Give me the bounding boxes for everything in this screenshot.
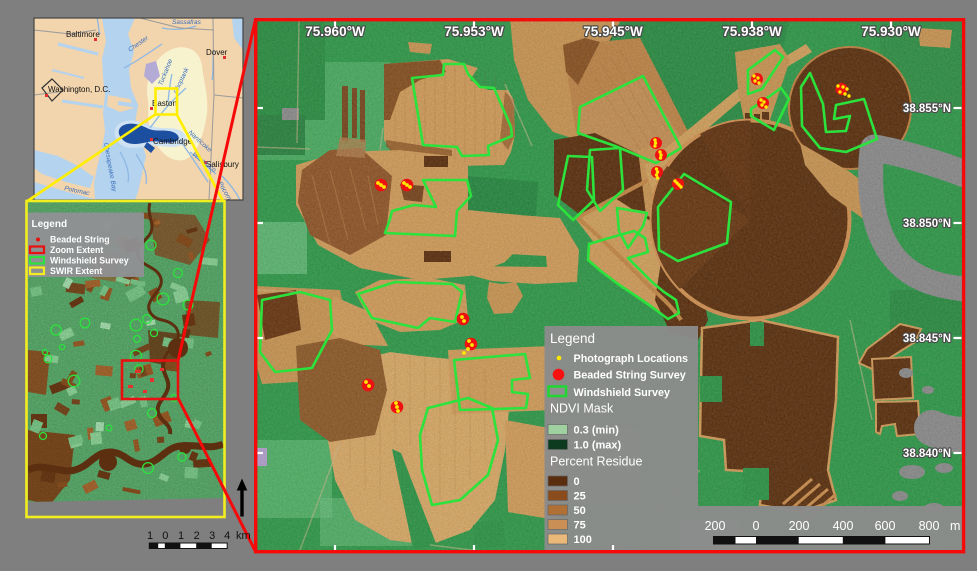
svg-text:800: 800 [919, 519, 940, 533]
svg-text:38.845°N: 38.845°N [903, 333, 951, 345]
svg-text:0: 0 [162, 530, 168, 542]
svg-text:Percent Residue: Percent Residue [550, 455, 642, 469]
svg-text:Legend: Legend [32, 219, 68, 230]
svg-text:0: 0 [574, 476, 580, 488]
svg-text:2: 2 [194, 530, 200, 542]
svg-text:Baltimore: Baltimore [66, 30, 100, 39]
svg-text:200: 200 [789, 519, 810, 533]
svg-text:38.840°N: 38.840°N [903, 448, 951, 460]
svg-text:100: 100 [574, 534, 592, 546]
svg-text:600: 600 [875, 519, 896, 533]
svg-text:NDVI Mask: NDVI Mask [550, 402, 614, 416]
svg-text:Zoom Extent: Zoom Extent [50, 245, 103, 255]
svg-text:1.0 (max): 1.0 (max) [574, 440, 622, 452]
svg-text:Legend: Legend [550, 331, 595, 346]
svg-text:25: 25 [574, 491, 586, 503]
svg-text:50: 50 [574, 505, 586, 517]
svg-text:400: 400 [833, 519, 854, 533]
svg-text:1: 1 [147, 530, 153, 542]
svg-text:75: 75 [574, 520, 586, 532]
svg-text:38.855°N: 38.855°N [903, 103, 951, 115]
svg-text:0.3 (min): 0.3 (min) [574, 425, 620, 437]
svg-text:0: 0 [753, 519, 760, 533]
svg-text:200: 200 [705, 519, 726, 533]
svg-text:SWIR Extent: SWIR Extent [50, 266, 102, 276]
svg-text:Photograph Locations: Photograph Locations [574, 353, 689, 365]
svg-text:4: 4 [224, 530, 230, 542]
svg-text:3: 3 [209, 530, 215, 542]
svg-text:Beaded String: Beaded String [50, 235, 110, 245]
svg-text:Beaded String Survey: Beaded String Survey [574, 370, 686, 382]
svg-text:Dover: Dover [206, 48, 228, 57]
svg-text:Washington, D.C.: Washington, D.C. [48, 85, 110, 94]
svg-text:1: 1 [178, 530, 184, 542]
svg-text:Cambridge: Cambridge [153, 137, 193, 146]
svg-text:Sassafras: Sassafras [172, 19, 202, 26]
svg-text:km: km [236, 530, 251, 542]
svg-text:Windshield Survey: Windshield Survey [574, 387, 671, 399]
svg-text:m: m [950, 519, 960, 533]
svg-text:38.850°N: 38.850°N [903, 218, 951, 230]
svg-text:Windshield Survey: Windshield Survey [50, 256, 129, 266]
